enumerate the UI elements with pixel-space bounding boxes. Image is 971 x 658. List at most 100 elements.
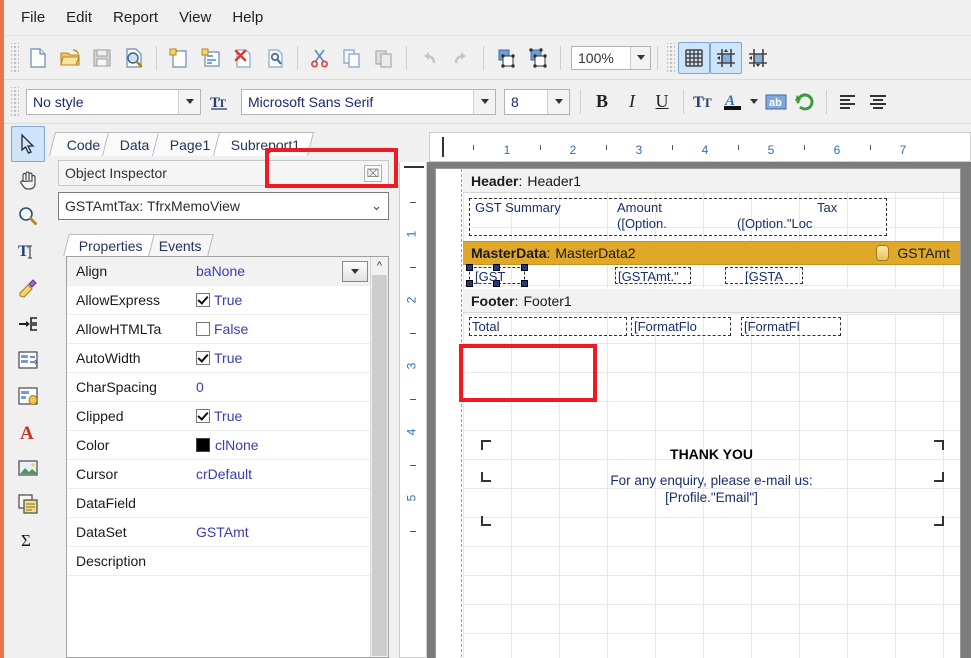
paste-icon[interactable] bbox=[368, 42, 400, 74]
open-report-icon[interactable] bbox=[54, 42, 86, 74]
aggregate-tool[interactable]: Σ bbox=[11, 522, 45, 558]
property-row-clipped[interactable]: Clipped True bbox=[67, 402, 370, 431]
property-row-description[interactable]: Description bbox=[67, 547, 370, 576]
zoom-combo[interactable]: 100% bbox=[571, 45, 651, 70]
total-memo[interactable]: Total bbox=[469, 317, 627, 336]
font-name-combo[interactable]: Microsoft Sans Serif bbox=[241, 88, 496, 115]
property-row-charspacing[interactable]: CharSpacing 0 bbox=[67, 373, 370, 402]
zoom-tool[interactable] bbox=[11, 198, 45, 234]
preview-icon[interactable] bbox=[118, 42, 150, 74]
underline-button[interactable]: U bbox=[647, 87, 677, 117]
band-header-body[interactable]: GST Summary Amount ([Option. Tax ([Optio… bbox=[463, 193, 960, 241]
scroll-up-icon[interactable]: ^ bbox=[371, 257, 388, 274]
text-rotate-icon[interactable] bbox=[790, 87, 820, 117]
checkbox-icon[interactable] bbox=[196, 409, 210, 423]
new-dialog-icon[interactable] bbox=[195, 42, 227, 74]
property-row-allowhtmltags[interactable]: AllowHTMLTa False bbox=[67, 315, 370, 344]
tax-memo[interactable]: Tax bbox=[815, 199, 839, 216]
menu-item-report[interactable]: Report bbox=[104, 5, 167, 30]
checkbox-icon[interactable] bbox=[196, 351, 210, 365]
align-center-icon[interactable] bbox=[863, 87, 893, 117]
band-masterdata-masterdata2[interactable]: MasterData: MasterData2 GSTAmt bbox=[463, 241, 960, 265]
font-size-combo[interactable]: 8 bbox=[504, 88, 570, 115]
tax-expr-memo[interactable]: ([Option."Loc bbox=[735, 215, 814, 232]
property-row-dataset[interactable]: DataSet GSTAmt bbox=[67, 518, 370, 547]
font-color-chevron-down-icon[interactable] bbox=[746, 87, 762, 117]
object-selector-combo[interactable]: GSTAmtTax: TfrxMemoView ⌄ bbox=[58, 192, 389, 220]
menu-item-view[interactable]: View bbox=[170, 5, 220, 30]
fit-to-grid-icon[interactable] bbox=[742, 42, 774, 74]
vertical-ruler[interactable]: 1 2 3 4 5 bbox=[399, 162, 427, 658]
gst-summary-memo[interactable]: GST Summary bbox=[473, 199, 563, 216]
select-tool[interactable] bbox=[11, 126, 45, 162]
align-left-icon[interactable] bbox=[833, 87, 863, 117]
amount-expr-memo[interactable]: ([Option. bbox=[615, 215, 669, 232]
property-row-autowidth[interactable]: AutoWidth True bbox=[67, 344, 370, 373]
chevron-down-icon[interactable] bbox=[630, 46, 650, 69]
font-chevron-down-icon[interactable] bbox=[473, 89, 495, 114]
picture-tool[interactable] bbox=[11, 450, 45, 486]
bring-to-front-icon[interactable] bbox=[490, 42, 522, 74]
italic-button[interactable]: I bbox=[617, 87, 647, 117]
amount-memo[interactable]: Amount bbox=[615, 199, 664, 216]
chevron-down-icon[interactable]: ⌄ bbox=[371, 198, 382, 214]
style-combo[interactable]: No style bbox=[26, 88, 201, 115]
band-header-header1[interactable]: Header: Header1 bbox=[463, 169, 960, 193]
format-float-memo[interactable]: [FormatFlo bbox=[631, 317, 731, 336]
redo-icon[interactable] bbox=[445, 42, 477, 74]
report-title-tool[interactable] bbox=[11, 342, 45, 378]
grid-toolbar-grip[interactable] bbox=[667, 42, 675, 73]
align-to-grid-icon[interactable] bbox=[710, 41, 742, 74]
format-toolbar-grip[interactable] bbox=[11, 86, 19, 117]
master-data-tool[interactable] bbox=[11, 378, 45, 414]
toolbar-grip[interactable] bbox=[11, 42, 19, 73]
property-row-datafield[interactable]: DataField bbox=[67, 489, 370, 518]
close-icon[interactable]: ⌧ bbox=[364, 164, 382, 182]
report-page-area[interactable]: Header: Header1 GST Summary Amount ([Opt… bbox=[427, 162, 971, 658]
gstamttax-memo[interactable]: [GSTA bbox=[725, 267, 803, 284]
hand-tool[interactable] bbox=[11, 162, 45, 198]
new-report-icon[interactable] bbox=[22, 42, 54, 74]
size-chevron-down-icon[interactable] bbox=[547, 89, 569, 114]
thank-you-memo[interactable]: THANK YOU bbox=[463, 446, 960, 462]
report-page-sheet[interactable]: Header: Header1 GST Summary Amount ([Opt… bbox=[435, 168, 961, 658]
gstamt-memo[interactable]: [GSTAmt." bbox=[615, 267, 691, 284]
menu-item-edit[interactable]: Edit bbox=[57, 5, 101, 30]
undo-icon[interactable] bbox=[413, 42, 445, 74]
page-settings-icon[interactable] bbox=[259, 42, 291, 74]
highlight-icon[interactable]: ab bbox=[762, 87, 790, 117]
new-page-icon[interactable] bbox=[163, 42, 195, 74]
font-color-icon[interactable]: A bbox=[720, 87, 746, 117]
menu-item-file[interactable]: File bbox=[12, 5, 54, 30]
tab-subreport1[interactable]: Subreport1 bbox=[212, 132, 314, 156]
insert-band-tool[interactable] bbox=[11, 306, 45, 342]
checkbox-icon[interactable] bbox=[196, 293, 210, 307]
property-row-align[interactable]: Align baNone bbox=[67, 257, 370, 286]
bold-button[interactable]: B bbox=[587, 87, 617, 117]
band-footer-footer1[interactable]: Footer: Footer1 bbox=[463, 289, 960, 313]
style-chevron-down-icon[interactable] bbox=[178, 89, 200, 114]
align-dropdown-button[interactable] bbox=[342, 260, 368, 282]
gst-memo[interactable]: [GST bbox=[473, 268, 507, 285]
property-row-cursor[interactable]: Cursor crDefault bbox=[67, 460, 370, 489]
subreport-tool[interactable] bbox=[11, 486, 45, 522]
property-grid-scrollbar[interactable]: ^ bbox=[370, 257, 388, 657]
thank-you-block[interactable]: THANK YOU For any enquiry, please e-mail… bbox=[463, 428, 960, 558]
horizontal-ruler[interactable]: 1 2 3 4 5 6 7 bbox=[429, 132, 971, 162]
format-painter-tool[interactable] bbox=[11, 270, 45, 306]
show-grid-icon[interactable] bbox=[678, 41, 710, 74]
tab-properties[interactable]: Properties bbox=[63, 234, 155, 256]
save-report-icon[interactable] bbox=[86, 42, 118, 74]
property-row-allowexpressions[interactable]: AllowExpress True bbox=[67, 286, 370, 315]
font-dialog-icon[interactable]: TT bbox=[690, 87, 720, 117]
cut-icon[interactable] bbox=[304, 42, 336, 74]
scrollbar-thumb[interactable] bbox=[372, 275, 387, 656]
band-footer-body[interactable]: Total [FormatFlo [FormatFl bbox=[463, 313, 960, 428]
send-to-back-icon[interactable] bbox=[522, 42, 554, 74]
checkbox-icon[interactable] bbox=[196, 322, 210, 336]
copy-icon[interactable] bbox=[336, 42, 368, 74]
property-row-color[interactable]: Color clNone bbox=[67, 431, 370, 460]
band-dataset[interactable]: GSTAmt bbox=[876, 245, 950, 261]
rich-text-tool[interactable]: A bbox=[11, 414, 45, 450]
band-masterdata-body[interactable]: [GST [GSTAmt." [GSTA bbox=[463, 264, 960, 289]
